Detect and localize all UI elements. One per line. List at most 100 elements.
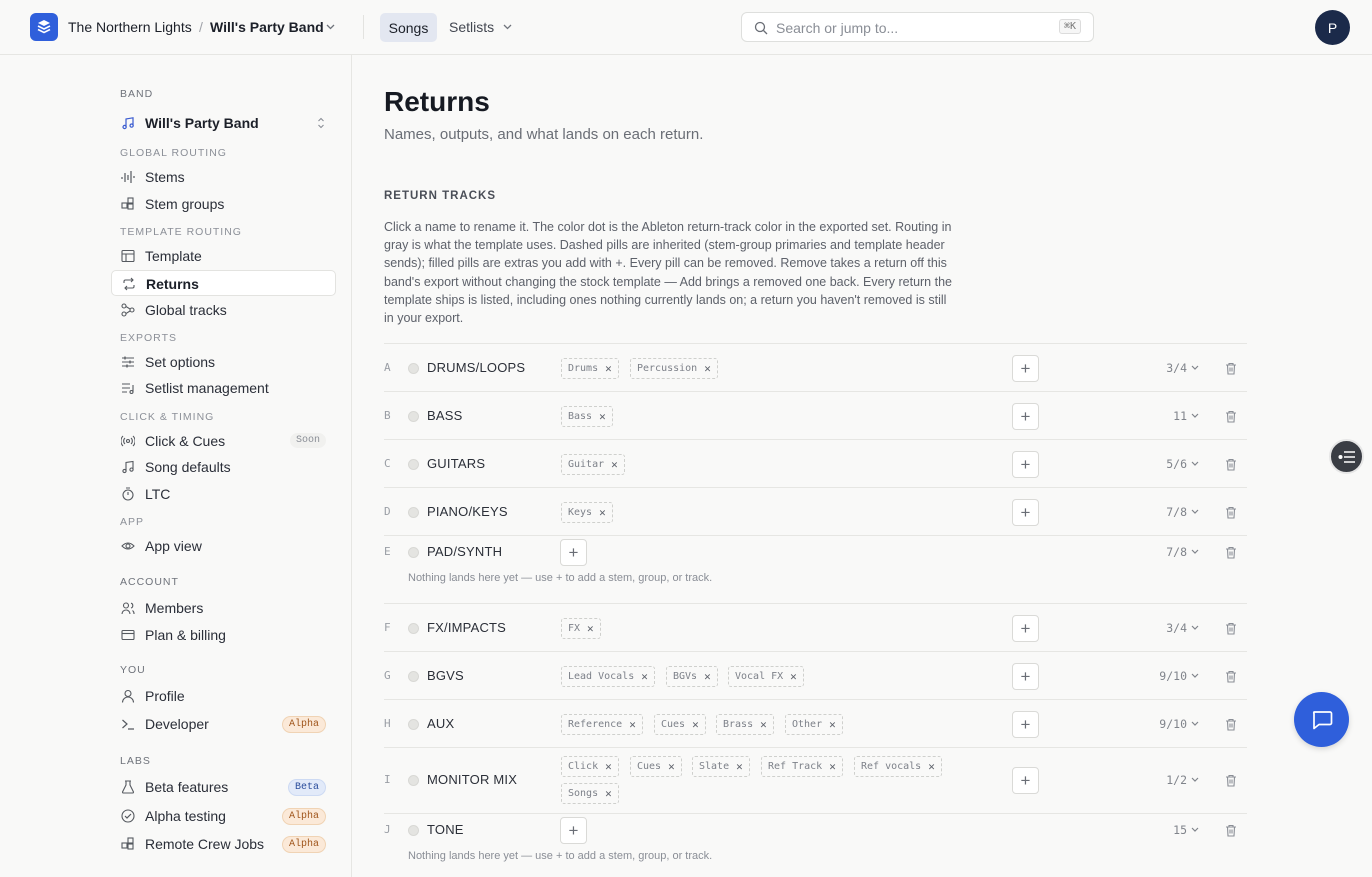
band-switch-chevron-down-icon[interactable]	[326, 24, 335, 30]
routing-pill[interactable]: Bass ✕	[561, 406, 613, 427]
return-name[interactable]: AUX	[427, 716, 454, 731]
return-name[interactable]: BASS	[427, 408, 462, 423]
sidebar-item-app-view[interactable]: App view	[111, 533, 336, 559]
band-breadcrumb[interactable]: Will's Party Band	[210, 19, 324, 35]
return-name[interactable]: GUITARS	[427, 456, 485, 471]
return-color-dot[interactable]	[408, 719, 419, 730]
return-color-dot[interactable]	[408, 363, 419, 374]
routing-pill[interactable]: Ref Track ✕	[761, 756, 843, 777]
routing-pill[interactable]: Reference ✕	[561, 714, 643, 735]
chat-button[interactable]	[1294, 692, 1349, 747]
routing-pill[interactable]: Guitar ✕	[561, 454, 625, 475]
output-chevron-down-icon[interactable]	[1191, 721, 1199, 727]
trash-icon[interactable]	[1225, 774, 1237, 787]
routing-pill[interactable]: Songs ✕	[561, 783, 619, 804]
routing-pill[interactable]: Cues ✕	[654, 714, 706, 735]
add-routing-button[interactable]: +	[1012, 403, 1039, 430]
search-input[interactable]: Search or jump to... ⌘K	[741, 12, 1094, 42]
output-select[interactable]: 9/10	[1159, 717, 1187, 731]
routing-pill[interactable]: Cues ✕	[630, 756, 682, 777]
return-name[interactable]: TONE	[427, 822, 464, 837]
routing-pill[interactable]: Ref vocals ✕	[854, 756, 942, 777]
return-name[interactable]: BGVS	[427, 668, 464, 683]
output-chevron-down-icon[interactable]	[1191, 461, 1199, 467]
sidebar-item-returns[interactable]: Returns	[111, 270, 336, 296]
remove-pill-icon[interactable]: ✕	[736, 760, 743, 773]
remove-pill-icon[interactable]: ✕	[668, 760, 675, 773]
sidebar-item-ltc[interactable]: LTC	[111, 481, 336, 507]
return-color-dot[interactable]	[408, 547, 419, 558]
sidebar-item-set-options[interactable]: Set options	[111, 349, 336, 375]
avatar[interactable]: P	[1315, 10, 1350, 45]
add-routing-button[interactable]: +	[1012, 767, 1039, 794]
app-logo-icon[interactable]	[30, 13, 58, 41]
return-name[interactable]: PAD/SYNTH	[427, 544, 502, 559]
remove-pill-icon[interactable]: ✕	[605, 787, 612, 800]
sidebar-item-stems[interactable]: Stems	[111, 164, 336, 190]
tab-setlists[interactable]: Setlists	[449, 19, 494, 35]
sidebar-item-profile[interactable]: Profile	[111, 683, 336, 709]
trash-icon[interactable]	[1225, 670, 1237, 683]
return-color-dot[interactable]	[408, 507, 419, 518]
routing-pill[interactable]: Slate ✕	[692, 756, 750, 777]
output-chevron-down-icon[interactable]	[1191, 509, 1199, 515]
routing-pill[interactable]: Keys ✕	[561, 502, 613, 523]
trash-icon[interactable]	[1225, 546, 1237, 559]
trash-icon[interactable]	[1225, 458, 1237, 471]
output-select[interactable]: 3/4	[1166, 621, 1187, 635]
trash-icon[interactable]	[1225, 622, 1237, 635]
return-color-dot[interactable]	[408, 459, 419, 470]
tab-songs[interactable]: Songs	[380, 13, 437, 42]
add-routing-button[interactable]: +	[1012, 499, 1039, 526]
sidebar-item-alpha-testing[interactable]: Alpha testing Alpha	[111, 803, 336, 829]
routing-pill[interactable]: BGVs ✕	[666, 666, 718, 687]
remove-pill-icon[interactable]: ✕	[599, 506, 606, 519]
trash-icon[interactable]	[1225, 506, 1237, 519]
routing-pill[interactable]: FX ✕	[561, 618, 601, 639]
remove-pill-icon[interactable]: ✕	[704, 362, 711, 375]
remove-pill-icon[interactable]: ✕	[704, 670, 711, 683]
add-routing-button[interactable]: +	[1012, 355, 1039, 382]
output-chevron-down-icon[interactable]	[1191, 673, 1199, 679]
output-select[interactable]: 7/8	[1166, 505, 1187, 519]
routing-pill[interactable]: Percussion ✕	[630, 358, 718, 379]
add-routing-button[interactable]: +	[1012, 615, 1039, 642]
remove-pill-icon[interactable]: ✕	[692, 718, 699, 731]
output-chevron-down-icon[interactable]	[1191, 365, 1199, 371]
sidebar-item-beta-features[interactable]: Beta features Beta	[111, 774, 336, 800]
output-select[interactable]: 1/2	[1166, 773, 1187, 787]
return-name[interactable]: FX/IMPACTS	[427, 620, 506, 635]
trash-icon[interactable]	[1225, 362, 1237, 375]
return-color-dot[interactable]	[408, 411, 419, 422]
return-name[interactable]: PIANO/KEYS	[427, 504, 508, 519]
add-routing-button[interactable]: +	[560, 539, 587, 566]
add-routing-button[interactable]: +	[1012, 663, 1039, 690]
return-color-dot[interactable]	[408, 825, 419, 836]
sidebar-item-members[interactable]: Members	[111, 595, 336, 621]
routing-pill[interactable]: Drums ✕	[561, 358, 619, 379]
remove-pill-icon[interactable]: ✕	[605, 760, 612, 773]
output-chevron-down-icon[interactable]	[1191, 625, 1199, 631]
output-chevron-down-icon[interactable]	[1191, 413, 1199, 419]
return-name[interactable]: DRUMS/LOOPS	[427, 360, 525, 375]
sidebar-item-template[interactable]: Template	[111, 243, 336, 269]
help-button[interactable]	[1329, 439, 1364, 474]
sidebar-item-song-defaults[interactable]: Song defaults	[111, 454, 336, 480]
output-select[interactable]: 11	[1173, 409, 1187, 423]
add-routing-button[interactable]: +	[1012, 711, 1039, 738]
output-chevron-down-icon[interactable]	[1191, 777, 1199, 783]
remove-pill-icon[interactable]: ✕	[629, 718, 636, 731]
return-color-dot[interactable]	[408, 775, 419, 786]
remove-pill-icon[interactable]: ✕	[790, 670, 797, 683]
return-color-dot[interactable]	[408, 671, 419, 682]
remove-pill-icon[interactable]: ✕	[599, 410, 606, 423]
setlists-chevron-down-icon[interactable]	[503, 24, 512, 30]
sidebar-item-global-tracks[interactable]: Global tracks	[111, 297, 336, 323]
output-select[interactable]: 9/10	[1159, 669, 1187, 683]
sidebar-item-setlist-management[interactable]: Setlist management	[111, 375, 336, 401]
remove-pill-icon[interactable]: ✕	[605, 362, 612, 375]
remove-pill-icon[interactable]: ✕	[587, 622, 594, 635]
band-selector[interactable]: Will's Party Band	[111, 110, 336, 136]
sidebar-item-click-cues[interactable]: Click & Cues Soon	[111, 428, 336, 454]
routing-pill[interactable]: Vocal FX ✕	[728, 666, 804, 687]
